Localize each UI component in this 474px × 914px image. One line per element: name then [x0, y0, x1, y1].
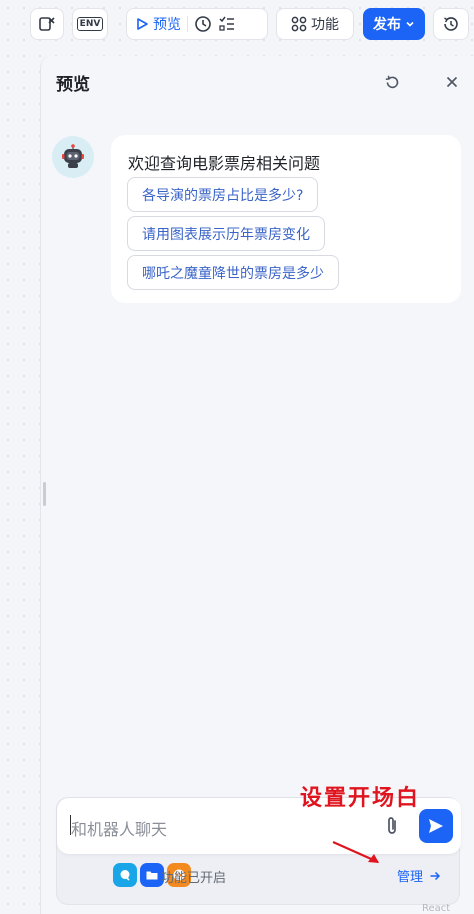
chat-input-placeholder: 和机器人聊天 — [71, 820, 168, 839]
suggestion-question[interactable]: 请用图表展示历年票房变化 — [127, 216, 325, 251]
close-icon — [446, 76, 458, 88]
refresh-button[interactable] — [383, 73, 401, 91]
refresh-icon — [385, 75, 398, 88]
env-icon: ENV — [76, 17, 104, 31]
folder-icon — [146, 871, 158, 880]
chevron-down-icon — [406, 21, 414, 27]
react-flow-attribution: React Flow — [422, 903, 451, 914]
debug-check-button[interactable] — [30, 8, 64, 40]
arrow-right-icon — [430, 871, 441, 880]
preview-button[interactable]: 预览 — [135, 14, 181, 34]
suggestion-question[interactable]: 各导演的票房占比是多少? — [127, 177, 319, 212]
toolbar-divider — [187, 16, 188, 32]
chat-input-area: 和机器人聊天 功能已开启 管理 — [56, 797, 461, 905]
checklist-icon — [39, 17, 55, 31]
suggestion-question[interactable]: 哪吒之魔童降世的票房是多少 — [127, 255, 339, 290]
publish-button[interactable]: 发布 — [363, 8, 425, 40]
bot-avatar — [52, 136, 94, 178]
annotation-text: 设置开场白 — [300, 785, 421, 811]
resize-handle[interactable] — [43, 482, 46, 506]
top-toolbar: ENV 预览 功能 发布 — [0, 0, 474, 48]
panel-header: 预览 — [41, 56, 474, 106]
annotation-arrow-icon — [332, 840, 379, 864]
apps-icon — [291, 16, 307, 32]
robot-icon — [62, 144, 84, 168]
close-button[interactable] — [443, 73, 461, 91]
publish-label: 发布 — [373, 17, 401, 33]
welcome-text: 欢迎查询电影票房相关问题 — [128, 154, 321, 173]
features-label: 功能 — [311, 17, 339, 33]
history-icon — [444, 17, 458, 31]
env-button[interactable]: ENV — [72, 8, 108, 40]
features-button[interactable]: 功能 — [276, 8, 354, 40]
preview-label: 预览 — [153, 17, 181, 33]
preview-group: 预览 — [126, 8, 268, 40]
history-button[interactable] — [433, 8, 469, 40]
send-icon — [429, 819, 443, 833]
welcome-message: 欢迎查询电影票房相关问题 各导演的票房占比是多少? 请用图表展示历年票房变化 哪… — [111, 135, 461, 303]
manage-label: 管理 — [397, 870, 424, 885]
send-button[interactable] — [419, 809, 453, 843]
chat-bubble-icon — [120, 870, 130, 881]
task-list-icon[interactable] — [218, 15, 236, 33]
panel-title: 预览 — [56, 75, 90, 95]
features-status: 功能已开启 — [161, 871, 227, 886]
play-icon — [137, 18, 148, 30]
manage-features-link[interactable]: 管理 — [397, 866, 441, 885]
timer-icon[interactable] — [194, 15, 212, 33]
attachment-icon[interactable] — [380, 814, 404, 838]
opening-statement-icon — [113, 863, 137, 887]
